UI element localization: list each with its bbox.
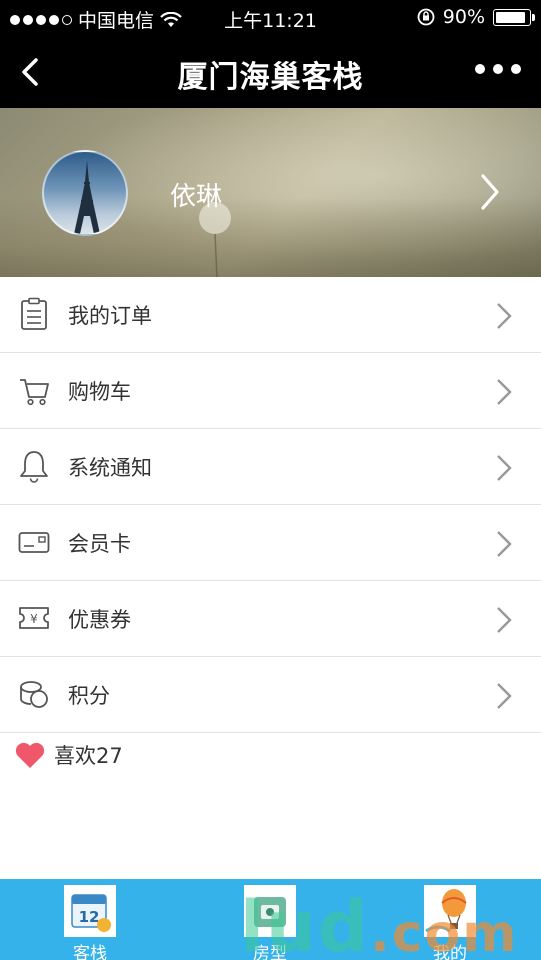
menu-item-points[interactable]: 积分 xyxy=(0,657,541,733)
coupon-icon: ¥ xyxy=(19,607,49,629)
card-icon xyxy=(18,532,50,553)
menu-label-points: 积分 xyxy=(68,684,110,708)
status-bar: 中国电信 上午11:21 90% xyxy=(0,0,541,36)
watermark-suffix: .com xyxy=(369,904,519,960)
eiffel-tower-icon xyxy=(74,160,100,234)
menu-item-notifications[interactable]: 系统通知 xyxy=(0,429,541,505)
calendar-icon: 12 xyxy=(64,885,116,937)
chevron-right-icon xyxy=(497,455,512,481)
tab-label-inn: 客栈 xyxy=(73,944,107,960)
user-name: 依琳 xyxy=(170,182,223,212)
nav-bar: 厦门海巢客栈 xyxy=(0,36,541,108)
menu-item-cart[interactable]: 购物车 xyxy=(0,353,541,429)
chevron-right-icon xyxy=(497,379,512,405)
likes-count: 喜欢27 xyxy=(54,744,123,768)
chevron-right-icon xyxy=(497,607,512,633)
chevron-right-icon[interactable] xyxy=(477,172,503,212)
menu-item-coupons[interactable]: ¥ 优惠券 xyxy=(0,581,541,657)
chevron-right-icon xyxy=(497,303,512,329)
menu-label-orders: 我的订单 xyxy=(68,304,152,328)
battery-percent: 90% xyxy=(442,6,485,28)
bell-icon xyxy=(20,451,48,483)
svg-text:¥: ¥ xyxy=(30,612,38,626)
rotation-lock-icon xyxy=(417,8,435,26)
menu-label-member-card: 会员卡 xyxy=(68,532,131,556)
chevron-right-icon xyxy=(497,683,512,709)
coins-icon xyxy=(20,681,48,708)
profile-banner[interactable]: 依琳 xyxy=(0,108,541,277)
tab-inn[interactable]: 12 客栈 xyxy=(45,885,135,960)
menu-label-notifications: 系统通知 xyxy=(68,456,152,480)
cart-icon xyxy=(20,379,49,406)
menu-label-coupons: 优惠券 xyxy=(68,608,131,632)
watermark-main: lud xyxy=(240,886,370,960)
svg-text:12: 12 xyxy=(79,908,100,926)
menu-list: 我的订单 购物车 系统通知 会员卡 ¥ 优惠券 积分 xyxy=(0,277,541,733)
status-right: 90% xyxy=(417,6,535,28)
more-dots-icon[interactable] xyxy=(475,64,521,74)
menu-item-member-card[interactable]: 会员卡 xyxy=(0,505,541,581)
order-list-icon xyxy=(21,297,47,330)
menu-label-cart: 购物车 xyxy=(68,380,131,404)
menu-item-orders[interactable]: 我的订单 xyxy=(0,277,541,353)
heart-icon xyxy=(15,742,45,768)
page-title: 厦门海巢客栈 xyxy=(177,60,364,95)
watermark: lud.com xyxy=(240,886,518,960)
avatar[interactable] xyxy=(42,150,128,236)
battery-fill xyxy=(496,11,525,23)
likes[interactable]: 喜欢27 xyxy=(14,740,123,770)
chevron-right-icon xyxy=(497,531,512,557)
battery-icon xyxy=(493,8,535,26)
